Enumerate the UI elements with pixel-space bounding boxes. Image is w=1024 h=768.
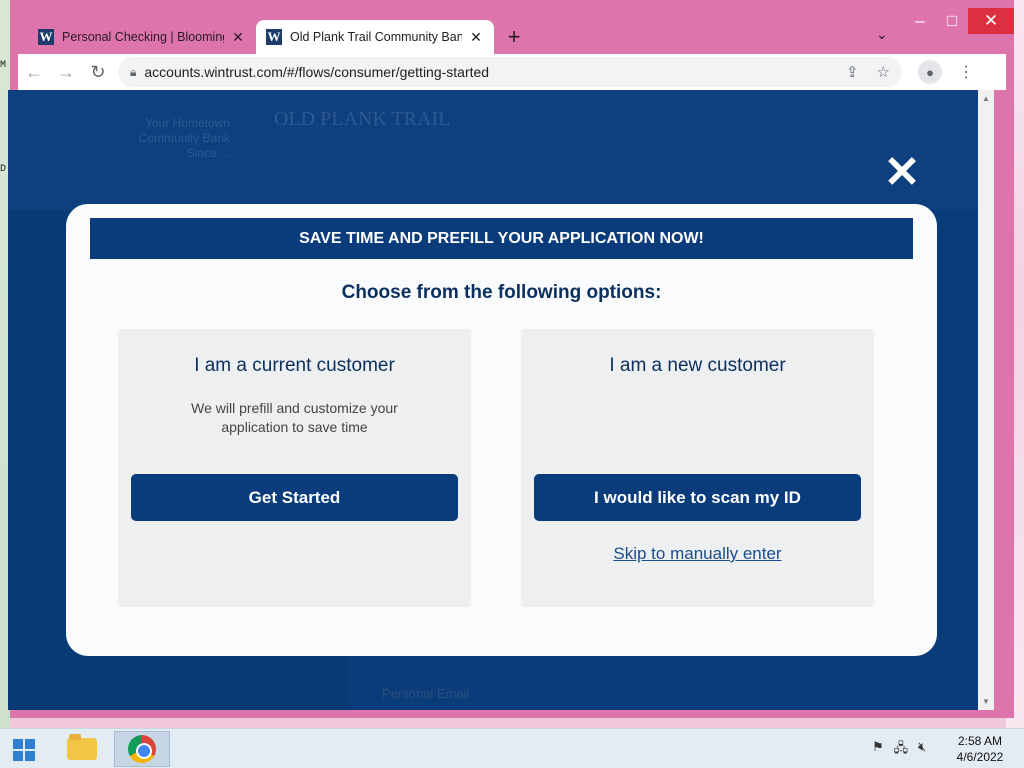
tab-close-icon[interactable]: ✕ xyxy=(468,29,484,46)
scroll-down-arrow-icon[interactable]: ▼ xyxy=(982,697,990,706)
tab-old-plank-trail[interactable]: W Old Plank Trail Community Bank ✕ xyxy=(256,20,494,54)
tab-close-icon[interactable]: ✕ xyxy=(230,29,246,46)
folder-icon xyxy=(67,734,97,760)
flag-icon[interactable]: ⚑ xyxy=(872,739,884,761)
volume-muted-icon[interactable]: 🔇︎ xyxy=(918,739,926,761)
browser-toolbar: ← → ↻ 🔒︎ accounts.wintrust.com/#/flows/c… xyxy=(18,54,1006,90)
background-tagline: Your Hometown Community Bank Since ... xyxy=(138,116,230,160)
system-clock[interactable]: 2:58 AM 4/6/2022 xyxy=(950,733,1010,765)
tab-title: Personal Checking | Bloomingdale xyxy=(62,30,224,44)
lock-icon[interactable]: 🔒︎ xyxy=(130,65,136,80)
card-description: We will prefill and customize your appli… xyxy=(191,400,398,435)
desktop-glyph-mid: D xyxy=(0,164,7,175)
wintrust-favicon-icon: W xyxy=(38,29,54,45)
wintrust-favicon-icon: W xyxy=(266,29,282,45)
tab-personal-checking[interactable]: W Personal Checking | Bloomingdale ✕ xyxy=(28,20,256,54)
system-tray: ⚑ 🖧 🔇︎ xyxy=(872,739,926,761)
bookmark-star-icon[interactable]: ☆ xyxy=(877,63,890,81)
prefill-modal: SAVE TIME AND PREFILL YOUR APPLICATION N… xyxy=(66,204,937,656)
network-icon[interactable]: 🖧 xyxy=(894,739,909,761)
modal-subtitle: Choose from the following options: xyxy=(341,282,662,303)
window-controls: – □ ✕ xyxy=(904,6,1014,36)
page-scrollbar[interactable]: ▲ ▼ xyxy=(978,90,994,710)
page-viewport: Your Hometown Community Bank Since ... O… xyxy=(8,90,978,710)
kebab-menu-icon[interactable]: ⋮ xyxy=(958,62,974,82)
desktop-glyph-top: M xyxy=(0,60,7,71)
modal-banner: SAVE TIME AND PREFILL YOUR APPLICATION N… xyxy=(90,218,913,259)
minimize-button[interactable]: – xyxy=(904,8,936,34)
skip-manual-entry-link[interactable]: Skip to manually enter xyxy=(521,544,874,564)
url-text[interactable]: accounts.wintrust.com/#/flows/consumer/g… xyxy=(144,64,489,80)
new-tab-button[interactable]: + xyxy=(494,20,534,54)
background-field-label: Personal Email xyxy=(382,686,470,701)
taskbar: ⚑ 🖧 🔇︎ 2:58 AM 4/6/2022 xyxy=(0,728,1024,768)
forward-arrow-icon[interactable]: → xyxy=(50,62,82,83)
address-bar[interactable]: 🔒︎ accounts.wintrust.com/#/flows/consume… xyxy=(118,57,902,87)
windows-logo-icon xyxy=(13,739,35,761)
back-arrow-icon[interactable]: ← xyxy=(18,62,50,83)
card-title: I am a current customer xyxy=(194,355,395,376)
clock-date: 4/6/2022 xyxy=(956,750,1004,764)
scroll-up-arrow-icon[interactable]: ▲ xyxy=(982,94,990,103)
close-window-button[interactable]: ✕ xyxy=(968,8,1014,34)
current-customer-card: I am a current customer We will prefill … xyxy=(118,329,471,607)
file-explorer-taskbar-item[interactable] xyxy=(54,731,110,767)
scan-id-button[interactable]: I would like to scan my ID xyxy=(534,474,861,521)
clock-time: 2:58 AM xyxy=(957,734,1003,748)
chrome-icon xyxy=(128,735,156,763)
background-logo: OLD PLANK TRAIL xyxy=(274,108,451,130)
reload-icon[interactable]: ↻ xyxy=(82,62,114,83)
tab-title: Old Plank Trail Community Bank xyxy=(290,30,462,44)
close-icon[interactable]: ✕ xyxy=(882,151,922,195)
start-button[interactable] xyxy=(4,735,44,765)
tab-strip: W Personal Checking | Bloomingdale ✕ W O… xyxy=(28,18,534,54)
maximize-button[interactable]: □ xyxy=(936,8,968,34)
tab-search-chevron-icon[interactable]: ⌄ xyxy=(876,26,888,43)
card-title: I am a new customer xyxy=(609,355,786,376)
new-customer-card: I am a new customer I would like to scan… xyxy=(521,329,874,607)
profile-avatar-icon[interactable]: ● xyxy=(918,60,942,84)
share-icon[interactable]: ⇪ xyxy=(846,63,859,81)
get-started-button[interactable]: Get Started xyxy=(131,474,458,521)
background-header: Your Hometown Community Bank Since ... O… xyxy=(8,90,978,210)
chrome-taskbar-item[interactable] xyxy=(114,731,170,767)
